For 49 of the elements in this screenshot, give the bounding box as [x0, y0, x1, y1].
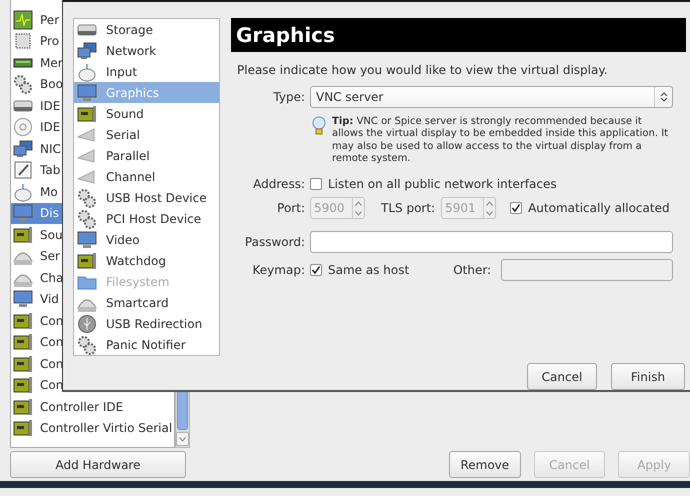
field-label: Address: — [252, 177, 305, 192]
field-label: Port: — [276, 201, 305, 216]
field-label: Password: — [244, 235, 305, 250]
checkbox-label: Automatically allocated — [528, 201, 670, 216]
field-label: Type: — [272, 90, 305, 104]
device-type-label: USB Host Device — [106, 190, 207, 204]
section-header: Graphics — [231, 18, 686, 52]
hardware-label: Boo — [40, 77, 63, 92]
hardware-label: Per — [40, 12, 60, 27]
device-type-label: Panic Notifier — [106, 338, 186, 352]
hardware-label: Mo — [40, 184, 58, 199]
device-type-label: Network — [106, 44, 156, 58]
tip-text: Tip: VNC or Spice server is strongly recommended because it allows the virtual display to be embedded inside this application. It may also be used to allow access to the virtual display from a remote system. — [332, 116, 670, 166]
device-type-label: Channel — [106, 170, 156, 184]
device-type-label: PCI Host Device — [106, 212, 202, 226]
hardware-label: Cha — [40, 270, 64, 285]
hardware-label: NIC — [40, 142, 61, 156]
device-type-label: Watchdog — [106, 254, 166, 268]
hardware-label: Con — [40, 335, 64, 350]
hardware-label: Con — [40, 314, 64, 328]
intro-text: Please indicate how you would like to view the virtual display. — [237, 63, 609, 77]
checkbox-label: Listen on all public network interfaces — [328, 177, 557, 192]
device-type-label: Sound — [106, 106, 144, 120]
hardware-label: Dis — [40, 206, 59, 220]
hardware-label: Mer — [40, 56, 63, 70]
device-type-label: Smartcard — [106, 296, 169, 310]
checkbox-label: Same as host — [328, 263, 410, 278]
hardware-label: Controller Virtio Serial — [40, 421, 172, 436]
hardware-label: IDE — [40, 120, 60, 134]
hardware-label: Controller IDE — [40, 400, 124, 414]
device-type-label: Filesystem — [106, 274, 170, 288]
device-type-label: Video — [106, 232, 140, 246]
device-type-label: Serial — [106, 128, 140, 142]
device-type-label: Storage — [106, 22, 153, 36]
hardware-label: Con — [40, 356, 64, 371]
hardware-label: Vid — [40, 292, 59, 306]
hardware-label: Ser — [40, 249, 60, 264]
hardware-label: Pro — [40, 34, 60, 48]
field-label: Keymap: — [252, 263, 305, 278]
device-type-label: Graphics — [106, 86, 159, 100]
device-type-label: Input — [106, 64, 138, 78]
hardware-label: IDE — [40, 98, 60, 113]
hardware-label: Sou — [40, 228, 63, 242]
field-label: TLS port: — [381, 201, 436, 216]
hardware-label: Tab — [40, 163, 60, 178]
hardware-label: Con — [40, 378, 64, 392]
device-type-label: USB Redirection — [106, 316, 202, 330]
field-label: Other: — [453, 263, 492, 278]
device-type-label: Parallel — [106, 148, 150, 162]
